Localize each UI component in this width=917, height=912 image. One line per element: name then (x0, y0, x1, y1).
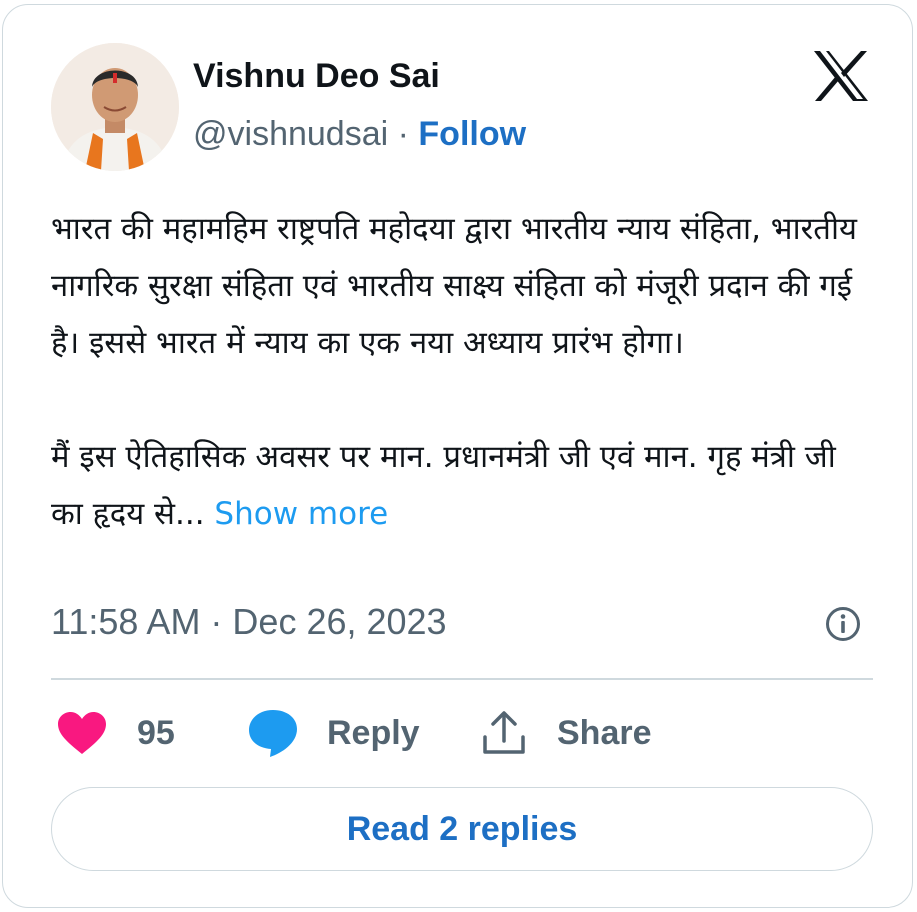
divider (51, 678, 873, 680)
avatar-image (51, 43, 179, 171)
author-handle[interactable]: @vishnudsai (193, 115, 388, 153)
tweet-text: भारत की महामहिम राष्ट्रपति महोदया द्वारा… (51, 201, 866, 543)
tweet-paragraph-2: मैं इस ऐतिहासिक अवसर पर मान. प्रधानमंत्र… (51, 429, 866, 543)
heart-icon (58, 712, 106, 754)
like-count: 95 (137, 713, 175, 752)
reply-label: Reply (327, 713, 420, 752)
tweet-paragraph-1: भारत की महामहिम राष्ट्रपति महोदया द्वारा… (51, 211, 857, 361)
handle-separator: · (397, 115, 409, 153)
share-icon (483, 711, 525, 754)
speech-bubble-icon (249, 710, 297, 757)
share-label: Share (557, 713, 652, 752)
tweet-paragraph-2-text: मैं इस ऐतिहासिक अवसर पर मान. प्रधानमंत्र… (51, 439, 836, 532)
like-button[interactable]: 95 (57, 705, 175, 761)
tweet-card: Vishnu Deo Sai @vishnudsai · Follow भारत… (2, 4, 913, 908)
x-logo-icon[interactable] (811, 49, 871, 103)
show-more-link[interactable]: Show more (214, 496, 388, 532)
reply-button[interactable]: Reply (247, 705, 420, 761)
info-icon[interactable] (825, 606, 861, 642)
avatar[interactable] (51, 43, 179, 171)
tweet-timestamp[interactable]: 11:58 AM · Dec 26, 2023 (51, 601, 447, 643)
share-button[interactable]: Share (481, 705, 652, 761)
read-replies-button[interactable]: Read 2 replies (51, 787, 873, 871)
author-name[interactable]: Vishnu Deo Sai (193, 57, 440, 96)
author-handle-row: @vishnudsai · Follow (193, 115, 526, 154)
follow-link[interactable]: Follow (418, 115, 526, 153)
